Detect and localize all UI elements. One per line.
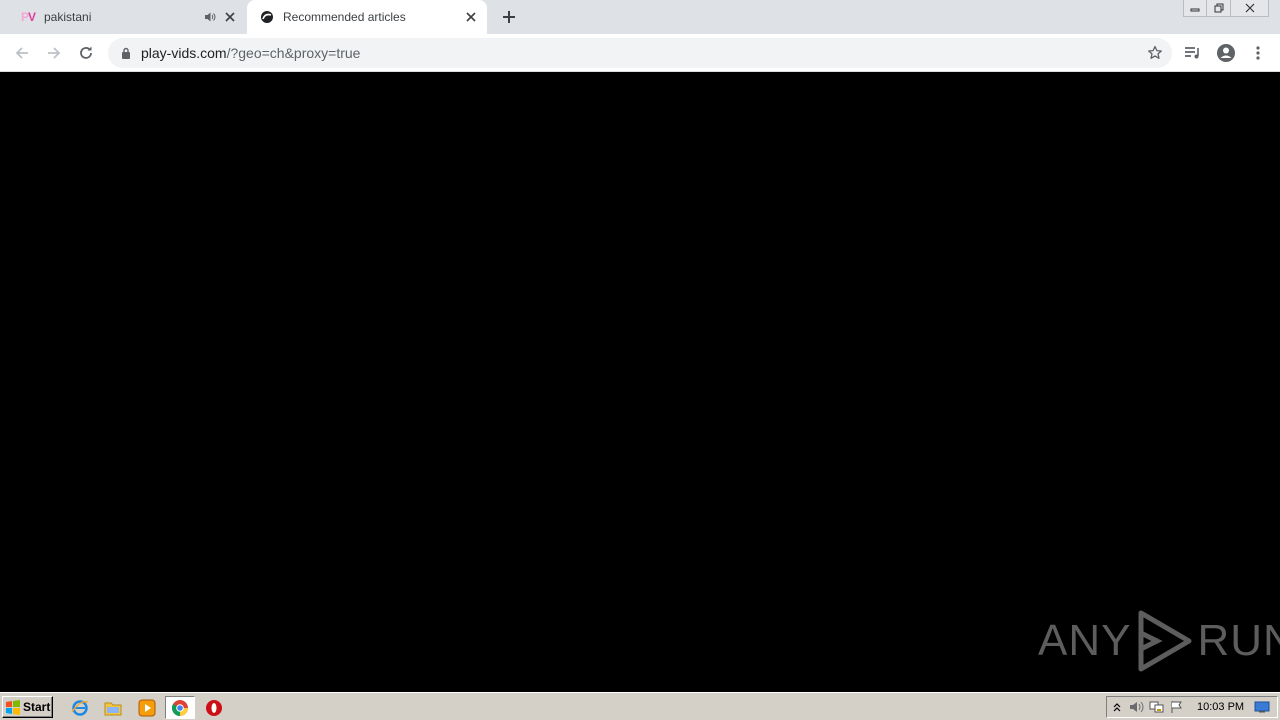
forward-arrow-icon <box>48 47 61 59</box>
opera-icon[interactable] <box>204 698 224 718</box>
file-explorer-icon[interactable] <box>103 698 123 718</box>
back-arrow-icon <box>15 47 28 59</box>
address-bar[interactable]: play-vids.com/?geo=ch&proxy=true <box>108 38 1172 68</box>
media-controls-button[interactable] <box>1181 41 1205 65</box>
page-content[interactable]: ANY RUN <box>0 72 1280 692</box>
menu-button[interactable] <box>1246 41 1270 65</box>
volume-icon[interactable] <box>1127 698 1147 716</box>
url-path: /?geo=ch&proxy=true <box>226 45 361 61</box>
lock-icon[interactable] <box>120 46 132 60</box>
system-tray: 10:03 PM <box>1106 696 1278 718</box>
tab-pakistani[interactable]: PV pakistani <box>8 0 246 34</box>
media-player-icon[interactable] <box>137 698 157 718</box>
more-vert-icon <box>1256 46 1260 60</box>
tab-title: pakistani <box>44 10 92 24</box>
network-icon[interactable] <box>1147 698 1167 716</box>
chrome-icon <box>172 699 188 716</box>
restore-button[interactable] <box>1207 0 1231 17</box>
reload-button[interactable] <box>74 41 98 65</box>
pv-favicon-icon: PV <box>20 10 36 24</box>
account-icon <box>1217 44 1235 62</box>
close-tab-icon[interactable] <box>463 9 479 25</box>
close-tab-icon[interactable] <box>222 9 238 25</box>
show-hidden-icons-icon[interactable] <box>1107 698 1127 716</box>
window-controls <box>1183 0 1269 17</box>
watermark-left-text: ANY <box>1038 616 1132 665</box>
url-text[interactable]: play-vids.com/?geo=ch&proxy=true <box>141 45 360 61</box>
show-desktop-icon[interactable] <box>1252 698 1272 716</box>
pv-favicon-text: V <box>28 10 36 24</box>
bookmark-star-icon[interactable] <box>1146 44 1164 62</box>
windows-flag-icon <box>6 700 20 715</box>
new-tab-button[interactable] <box>499 7 519 27</box>
system-clock[interactable]: 10:03 PM <box>1197 701 1244 713</box>
tab-recommended-articles[interactable]: Recommended articles <box>247 0 487 34</box>
tab-title: Recommended articles <box>283 10 406 24</box>
start-label: Start <box>23 700 51 714</box>
windows-taskbar: Start 10:03 PM <box>0 692 1280 720</box>
tab-strip: PV pakistani Recommended articles <box>0 0 1280 34</box>
anyrun-watermark: ANY RUN <box>1038 609 1280 673</box>
back-button[interactable] <box>10 41 34 65</box>
chrome-taskbar-button[interactable] <box>165 696 195 719</box>
action-center-flag-icon[interactable] <box>1167 698 1187 716</box>
reload-icon <box>80 46 92 59</box>
playlist-icon <box>1185 47 1199 59</box>
browser-toolbar: play-vids.com/?geo=ch&proxy=true <box>0 34 1280 72</box>
speaker-icon[interactable] <box>202 9 218 25</box>
minimize-button[interactable] <box>1183 0 1207 17</box>
watermark-right-text: RUN <box>1197 616 1280 665</box>
url-host: play-vids.com <box>141 45 227 61</box>
close-window-button[interactable] <box>1231 0 1269 17</box>
play-logo-icon <box>1138 610 1192 672</box>
spinner-favicon-icon <box>259 9 275 25</box>
forward-button[interactable] <box>42 41 66 65</box>
internet-explorer-icon[interactable] <box>70 698 90 718</box>
start-button[interactable]: Start <box>2 696 53 718</box>
profile-button[interactable] <box>1214 41 1238 65</box>
